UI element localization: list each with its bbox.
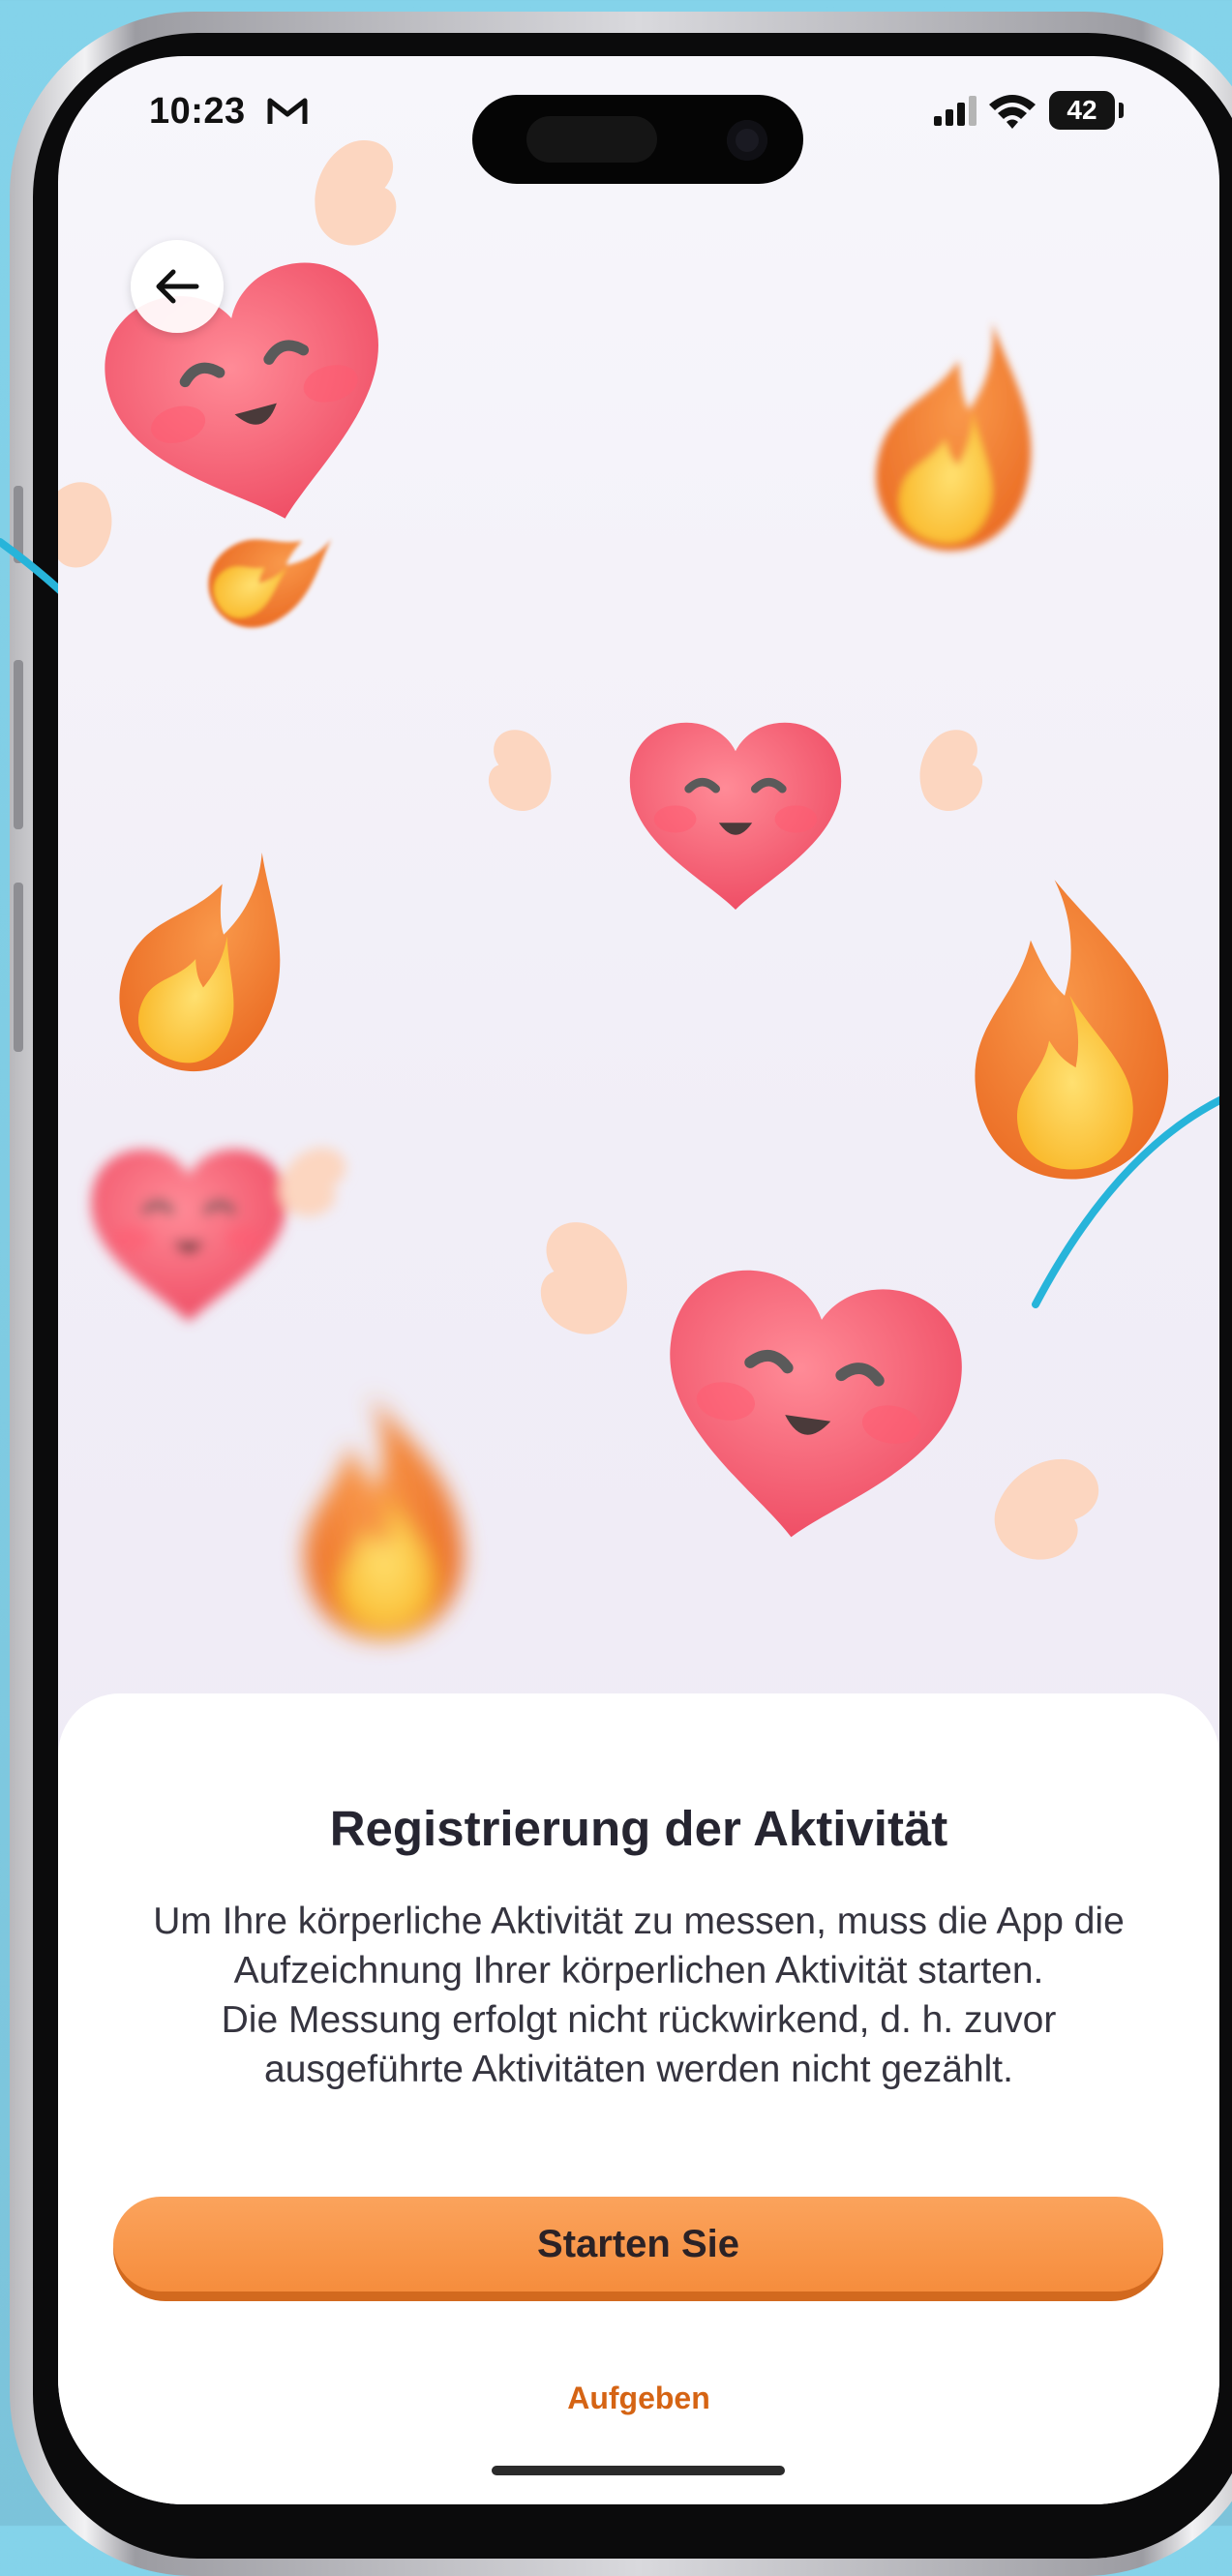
battery-nub (1119, 103, 1124, 118)
status-time: 10:23 (149, 91, 246, 132)
description-paragraph-2: Die Messung erfolgt nicht rückwirkend, d… (221, 1999, 1057, 2090)
wifi-icon (989, 95, 1036, 129)
heart-character-top-left (58, 137, 479, 573)
flame-top-right (858, 303, 1066, 568)
camera-icon (727, 120, 767, 161)
battery-icon: 42 (1049, 91, 1115, 130)
bottom-sheet: Registrierung der Aktivität Um Ihre körp… (58, 1693, 1219, 2504)
flame-left (94, 821, 331, 1097)
hero-illustration (58, 137, 1219, 1647)
home-indicator[interactable] (492, 2466, 785, 2475)
description-paragraph-1: Um Ihre körperliche Aktivität zu messen,… (153, 1901, 1125, 1992)
cellular-signal-icon (934, 96, 977, 126)
start-button-label: Starten Sie (113, 2197, 1163, 2291)
heart-character-bottom (535, 1218, 1109, 1576)
heart-character-center (483, 723, 988, 910)
dynamic-island (472, 95, 803, 184)
flame-small-blurred (193, 501, 353, 644)
back-button[interactable] (131, 240, 224, 333)
arrow-left-icon (156, 269, 199, 304)
flame-bottom-left-blurred (290, 1387, 470, 1647)
give-up-link[interactable]: Aufgeben (58, 2381, 1219, 2416)
gmail-icon (267, 98, 308, 124)
sheet-description: Um Ihre körperliche Aktivität zu messen,… (126, 1897, 1152, 2094)
app-screen: 10:23 42 Registrierung der Aktivität Um … (58, 56, 1219, 2504)
heart-character-left-blurred (91, 1136, 351, 1322)
start-button[interactable]: Starten Sie (113, 2197, 1163, 2301)
flame-right-large (958, 871, 1178, 1187)
sheet-title: Registrierung der Aktivität (329, 1801, 948, 1856)
